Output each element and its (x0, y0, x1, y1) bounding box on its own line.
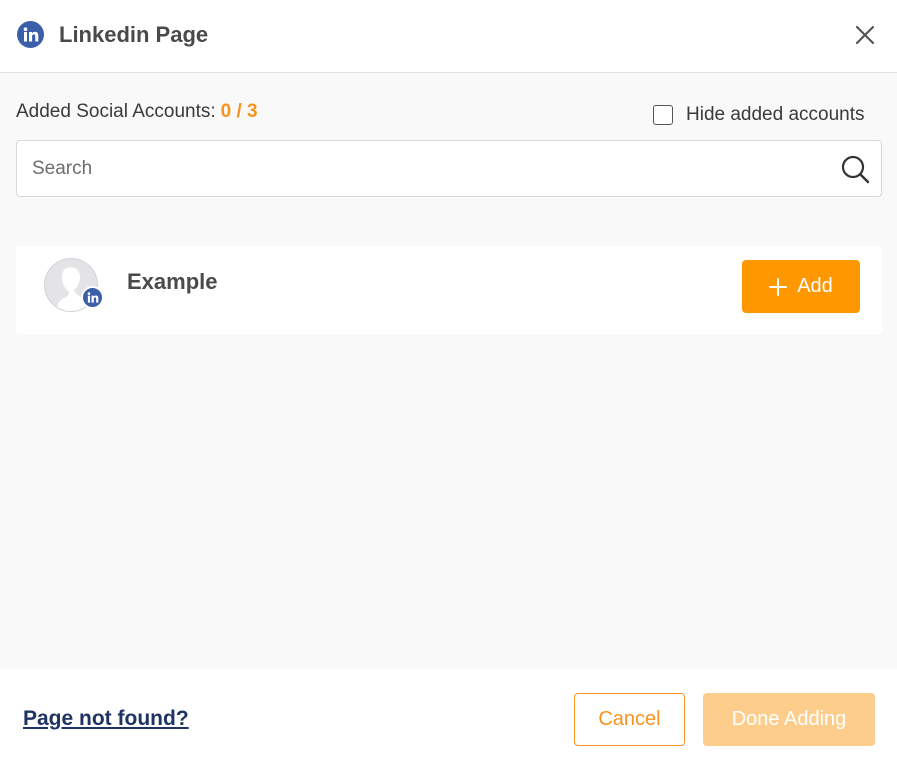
account-name: Example (127, 269, 218, 294)
plus-icon (769, 277, 788, 296)
add-button-label: Add (797, 275, 833, 297)
counter-label: Added Social Accounts: (16, 101, 216, 122)
dialog-header: Linkedin Page (0, 0, 897, 73)
dialog-title: Linkedin Page (59, 22, 209, 47)
search-box (16, 140, 882, 197)
done-adding-button[interactable]: Done Adding (703, 693, 875, 746)
hide-added-accounts-checkbox[interactable] (653, 105, 673, 125)
search-icon[interactable] (840, 154, 870, 184)
close-icon[interactable] (852, 22, 878, 48)
page-not-found-link[interactable]: Page not found? (23, 707, 189, 731)
cancel-button[interactable]: Cancel (574, 693, 685, 746)
dialog-footer: Page not found? Cancel Done Adding (0, 669, 897, 767)
hide-added-accounts-toggle[interactable]: Hide added accounts (653, 103, 865, 127)
linkedin-icon (17, 21, 44, 48)
dialog-body: Added Social Accounts: 0 / 3 Hide added a… (0, 73, 897, 669)
account-list-item: Example Add (16, 246, 882, 334)
add-account-button[interactable]: Add (742, 260, 860, 313)
added-accounts-counter: Added Social Accounts: 0 / 3 (16, 101, 258, 123)
search-input[interactable] (32, 154, 822, 184)
linkedin-badge-icon (81, 286, 104, 309)
counter-value: 0 / 3 (220, 101, 258, 122)
hide-added-accounts-label: Hide added accounts (686, 104, 865, 125)
